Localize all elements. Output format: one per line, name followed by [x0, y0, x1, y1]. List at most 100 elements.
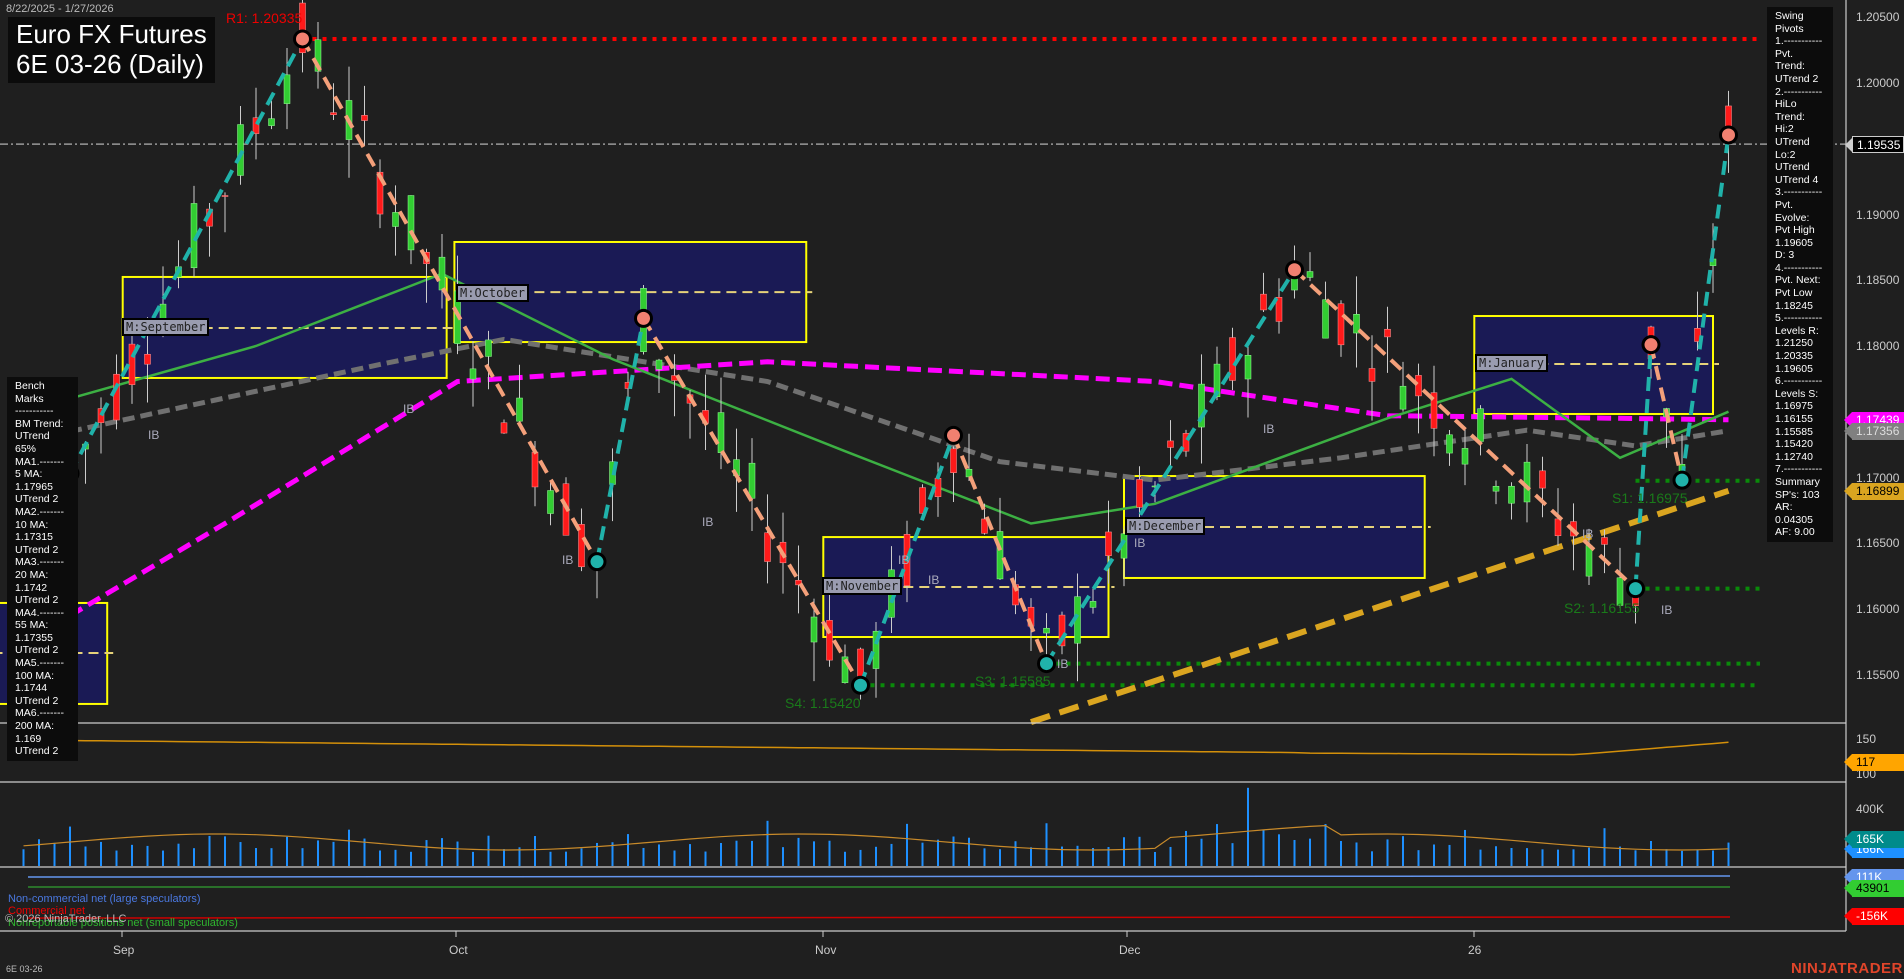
ninjatrader-logo: NINJATRADER [1791, 960, 1903, 977]
nonreportable-tag: 43901 [1844, 880, 1904, 897]
swing-pivot-marker [944, 425, 963, 445]
swing-panel-line: Summary [1775, 475, 1820, 488]
bench-panel-line: 1.169 [15, 732, 42, 745]
swing-panel-line: 1.21250 [1775, 337, 1813, 350]
candle-body [1415, 375, 1422, 397]
swing-panel-line: 1.15585 [1775, 425, 1813, 438]
swing-panel-line: Pvt. Evolve: [1775, 198, 1810, 224]
candle-body [531, 451, 539, 488]
y-axis-tick: 1.18500 [1856, 273, 1900, 288]
month-label-december: M:December [1125, 517, 1206, 535]
swing-panel-line: AR: 0.04305 [1775, 501, 1813, 526]
candle-body [268, 118, 275, 126]
swing-panel-line: HiLo Trend: [1775, 98, 1805, 123]
candle-body [221, 195, 229, 197]
ib-label: IB [928, 573, 940, 587]
instrument-footer: 6E 03-26 [6, 964, 43, 974]
swing-panel-line: Swing Pivots [1775, 10, 1804, 35]
bench-panel-line: 1.1744 [15, 682, 48, 695]
candle-body [1306, 271, 1314, 278]
candle-body [1446, 434, 1453, 454]
swing-panel-line: 1.18245 [1775, 299, 1813, 312]
candle-body [965, 468, 973, 478]
swing-panel-line: Pvt High [1775, 224, 1815, 237]
bench-panel-line: MA4.------- [15, 606, 64, 619]
swing-panel-line: 1.12740 [1775, 450, 1813, 463]
swing-panel-line: 2.----------- [1775, 85, 1823, 98]
swing-panel-line: Pvt. Next: [1775, 274, 1821, 287]
swing-panel-line: 1.19605 [1775, 362, 1813, 375]
swing-pivot-marker [1285, 260, 1304, 280]
candle-body [361, 115, 368, 121]
candle-body [516, 397, 523, 422]
bench-panel-line: UTrend 2 [15, 543, 59, 556]
swing-panel-line: 5.----------- [1775, 312, 1823, 325]
swing-panel-line: SP's: 103 [1775, 488, 1820, 501]
candle-body [1492, 486, 1500, 492]
candle-body [392, 212, 399, 227]
candle-body [748, 462, 756, 499]
swing-panel-line: Levels R: [1775, 324, 1819, 337]
instrument-name: Euro FX Futures [16, 19, 207, 49]
candle-body [1089, 601, 1097, 608]
candle-body [237, 124, 244, 176]
instrument-period: 6E 03-26 (Daily) [16, 49, 204, 79]
month-label-january: M:January [1475, 354, 1549, 372]
candle-body [1167, 440, 1174, 448]
swing-panel-line: 1.16155 [1775, 413, 1813, 425]
swing-pivots-panel: Swing Pivots 1.----------- Pvt. Trend: UTre… [1767, 7, 1833, 542]
bench-panel-line: ----------- [15, 405, 54, 418]
swing-panel-line: 7.----------- [1775, 463, 1823, 476]
swing-panel-line: UTrend 4 [1775, 173, 1819, 186]
candle-body [1322, 299, 1329, 339]
bench-panel-line: MA3.------- [15, 556, 64, 569]
volume-tick: 400K [1856, 802, 1885, 816]
y-axis-tick: 1.18000 [1856, 339, 1900, 353]
s1-label: S1: 1.16975 [1612, 490, 1688, 506]
candle-body [330, 112, 337, 115]
bench-panel-line: 1.1742 [15, 581, 48, 594]
swing-panel-line: 1.15420 [1775, 438, 1813, 451]
legend-noncommercial: Non-commercial net (large speculators) [8, 893, 201, 905]
swing-panel-line: AF: 9.00 [1775, 526, 1815, 539]
bench-panel-line: 100 MA: [15, 669, 55, 682]
r1-label: R1: 1.20335 [226, 10, 303, 26]
swing-panel-line: 1.16975 [1775, 400, 1813, 413]
swing-zigzag-line [1680, 134, 1731, 481]
ib-label: IB [1263, 422, 1275, 436]
candle-body [407, 195, 415, 251]
bench-panel-line: MA1.------- [15, 455, 64, 468]
y-axis-tick: 1.15500 [1856, 667, 1900, 682]
swing-panel-line: Levels S: [1775, 387, 1819, 400]
price-tag: 1.16899 [1844, 482, 1904, 500]
swing-pivot-marker [1037, 654, 1056, 674]
candle-body [1136, 479, 1143, 508]
candle-body [578, 524, 585, 568]
x-tick-nov: Nov [815, 943, 837, 957]
candle-body [717, 412, 725, 453]
ib-label: IB [1582, 527, 1594, 541]
candle-body [144, 353, 151, 365]
swing-panel-line: Pvt. Trend: [1775, 47, 1805, 73]
s3-label: S3: 1.15585 [975, 673, 1051, 689]
price-tag: 1.17356 [1844, 422, 1904, 440]
bench-panel-line: 5 MA: [15, 468, 43, 481]
y-axis-tick: 1.20000 [1856, 76, 1900, 90]
bench-marks-panel: Bench Marks ----------- BM Trend: UTrend 65… [7, 377, 78, 761]
bench-panel-line: 1.17965 [15, 480, 53, 493]
ib-label: IB [403, 402, 415, 416]
bench-panel-line: Bench Marks [15, 380, 45, 405]
candle-body [485, 339, 492, 357]
swing-panel-line: 1.20335 [1775, 350, 1813, 363]
bench-panel-line: 55 MA: [15, 619, 49, 632]
candle-body [1384, 328, 1391, 338]
x-tick-dec: Dec [1119, 943, 1141, 957]
y-axis-tick: 1.16500 [1856, 536, 1900, 551]
swing-pivot-marker [1719, 125, 1738, 145]
bench-panel-line: UTrend 2 [15, 694, 59, 707]
swing-pivot-marker [1641, 335, 1661, 355]
indicator-tick: 150 [1856, 732, 1877, 746]
ib-label: IB [562, 553, 574, 567]
swing-panel-line: Hi:2 UTrend [1775, 123, 1810, 148]
ib-label: IB [702, 515, 714, 529]
